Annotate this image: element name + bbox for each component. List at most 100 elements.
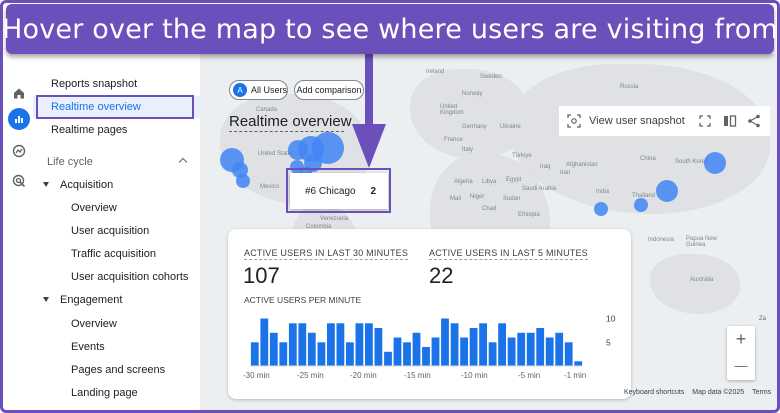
icon-rail (3, 62, 33, 410)
explore-icon[interactable] (8, 140, 30, 162)
sidebar-item-traffic-acquisition[interactable]: Traffic acquisition (33, 243, 200, 265)
zoom-out-button[interactable]: — (727, 353, 755, 380)
chart-bar[interactable] (422, 347, 430, 366)
chart-bar[interactable] (327, 323, 335, 367)
sidebar-item-user-acquisition[interactable]: User acquisition (33, 220, 200, 242)
chart-bar[interactable] (279, 342, 288, 367)
chart-bar[interactable] (564, 342, 573, 367)
map-label: India (596, 189, 610, 195)
chart-bar[interactable] (526, 332, 535, 367)
map-label: Italy (462, 147, 474, 153)
chart-bar[interactable] (460, 337, 468, 367)
sidebar-item-acquisition-overview[interactable]: Overview (33, 197, 200, 219)
chart-bar[interactable] (384, 351, 392, 367)
map-label: Venezuela (320, 216, 349, 222)
chart-bar[interactable] (393, 337, 402, 367)
sidebar-item-reports-snapshot[interactable]: Reports snapshot (33, 73, 200, 95)
terms-link[interactable]: Terms (752, 389, 771, 396)
chart-bar[interactable] (517, 332, 526, 367)
chart-bar[interactable] (450, 323, 459, 367)
realtime-overview-highlight (36, 95, 194, 119)
map-data-label: Map data ©2025 (692, 389, 745, 396)
chart-bar[interactable] (260, 318, 269, 367)
x-tick-label: -15 min (404, 371, 431, 380)
home-icon[interactable] (8, 82, 30, 104)
map-label: Australia (690, 277, 714, 283)
chart-bar[interactable] (431, 337, 440, 367)
caret-down-icon (43, 297, 49, 302)
australia-landmass (650, 254, 740, 314)
user-location-bubble[interactable] (656, 180, 678, 202)
user-location-bubble[interactable] (236, 174, 250, 188)
snapshot-icon[interactable] (567, 114, 581, 128)
chart-bar[interactable] (545, 337, 554, 367)
realtime-metrics-card: ACTIVE USERS IN LAST 30 MINUTES 107 ACTI… (228, 229, 631, 399)
chart-bar[interactable] (355, 323, 364, 367)
engagement-label: Engagement (60, 294, 123, 306)
chart-bar[interactable] (469, 328, 478, 366)
map-label: Papua New Guinea (686, 236, 718, 248)
chart-bar[interactable] (298, 323, 307, 367)
segment-badge: A (233, 83, 247, 97)
snapshot-toolbar: View user snapshot (559, 106, 770, 136)
chart-bar[interactable] (365, 323, 373, 367)
user-location-bubble[interactable] (634, 198, 648, 212)
chart-bar[interactable] (488, 342, 497, 367)
view-user-snapshot-button[interactable]: View user snapshot (589, 115, 685, 127)
advertising-icon[interactable] (8, 170, 30, 192)
map-label: Sweden (480, 74, 502, 80)
map-label: Saudi Arabia (522, 186, 557, 192)
sidebar-item-landing-page[interactable]: Landing page (33, 382, 200, 404)
sidebar-group-acquisition[interactable]: Acquisition (33, 174, 200, 196)
chart-bar[interactable] (346, 342, 354, 367)
map-label: Germany (462, 124, 487, 130)
y-tick-label: 10 (606, 314, 616, 324)
chart-bar[interactable] (412, 332, 421, 367)
chart-bar[interactable] (441, 318, 449, 367)
user-location-bubble[interactable] (704, 152, 726, 174)
zoom-in-button[interactable]: + (727, 326, 755, 353)
tooltip-highlight (286, 168, 391, 213)
chart-bar[interactable] (269, 332, 278, 367)
add-comparison-button[interactable]: Add comparison (294, 80, 364, 100)
acquisition-label: Acquisition (60, 179, 114, 191)
chart-bar[interactable] (336, 323, 345, 367)
reports-icon[interactable] (8, 108, 30, 130)
callout-arrow-head (352, 124, 386, 168)
all-users-chip[interactable]: A All Users (229, 80, 288, 100)
add-comparison-label: Add comparison (296, 85, 362, 95)
keyboard-shortcuts-link[interactable]: Keyboard shortcuts (624, 389, 684, 396)
x-tick-label: -1 min (564, 371, 586, 380)
fullscreen-icon[interactable] (699, 115, 711, 127)
sidebar-item-engagement-overview[interactable]: Overview (33, 313, 200, 335)
chart-bar[interactable] (288, 323, 297, 367)
user-location-bubble[interactable] (594, 202, 608, 216)
map-label: Niger (470, 194, 485, 200)
sidebar-item-events[interactable]: Events (33, 336, 200, 358)
map-label: Türkiye (512, 153, 532, 159)
chart-bar[interactable] (317, 342, 326, 367)
map-label: Russia (620, 84, 639, 90)
sidebar-group-engagement[interactable]: Engagement (33, 289, 200, 311)
chart-bar[interactable] (507, 337, 516, 367)
chart-bar[interactable] (403, 342, 411, 367)
share-icon[interactable] (747, 114, 761, 128)
chart-bar[interactable] (536, 328, 545, 366)
compare-icon[interactable] (723, 114, 737, 128)
sidebar-item-user-acquisition-cohorts[interactable]: User acquisition cohorts (33, 266, 200, 288)
chart-bar[interactable] (250, 342, 259, 367)
chart-bar[interactable] (555, 332, 564, 367)
chart-bar[interactable] (498, 323, 506, 367)
banner-text: Hover over the map to see where users ar… (2, 13, 779, 45)
chart-bar[interactable] (479, 323, 487, 367)
sidebar-section-life-cycle[interactable]: Life cycle (33, 151, 200, 173)
chart-bar[interactable] (307, 332, 316, 367)
x-tick-label: -25 min (297, 371, 324, 380)
chart-bar[interactable] (574, 361, 583, 367)
sidebar-item-pages-and-screens[interactable]: Pages and screens (33, 359, 200, 381)
chart-bar[interactable] (374, 328, 383, 366)
map-label: United Kingdom (440, 104, 464, 116)
sidebar-item-realtime-pages[interactable]: Realtime pages (33, 119, 200, 141)
map-label: Chad (482, 206, 497, 212)
users-per-minute-chart: 10 5 -30 min -25 min -20 min -15 min -10 min -5… (243, 314, 616, 381)
